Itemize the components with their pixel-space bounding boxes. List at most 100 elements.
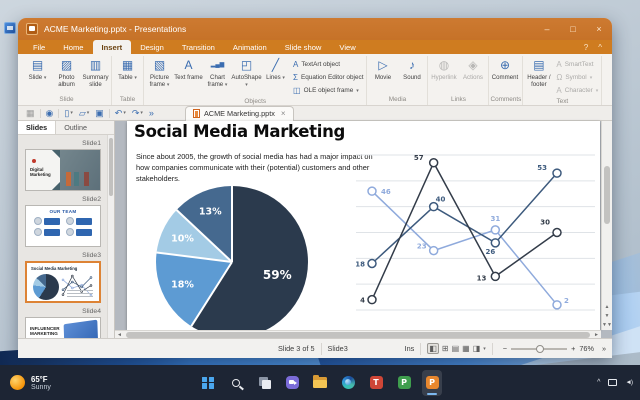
slide-canvas[interactable]: Social Media Marketing Since about 2005,…	[127, 121, 600, 330]
redo-icon[interactable]: ↷ ▾	[132, 108, 143, 119]
character-button[interactable]: A Character ▾	[556, 85, 598, 96]
pie-slice-divider	[190, 261, 233, 327]
panel-scrollbar[interactable]	[107, 135, 114, 338]
menu-tab-transition[interactable]: Transition	[173, 40, 224, 54]
taskbar-planmaker-icon[interactable]: P	[394, 370, 414, 396]
taskbar-file-explorer-icon[interactable]	[310, 370, 330, 396]
speaker-icon[interactable]: ◄)	[625, 379, 633, 386]
zoom-slider-knob[interactable]	[536, 344, 545, 353]
tray-chevron-icon[interactable]: ^	[597, 379, 600, 386]
taskbar-task-view-icon[interactable]	[254, 370, 274, 396]
autoshape-button[interactable]: ◰ AutoShape ▾	[231, 56, 261, 96]
titlebar[interactable]: ACME Marketing.pptx - Presentations – □ …	[18, 18, 612, 40]
menu-tab-animation[interactable]: Animation	[224, 40, 276, 54]
slide-button[interactable]: ▤ Slide ▾	[23, 56, 52, 94]
text-frame-button[interactable]: A Text frame	[174, 56, 203, 96]
comment-button[interactable]: ⊕ Comment	[490, 56, 519, 94]
menu-tab-view[interactable]: View	[330, 40, 364, 54]
notes-view-icon[interactable]: ▤	[452, 344, 460, 353]
slide-thumbnail-3[interactable]: Social Media Marketing	[25, 261, 101, 303]
zoom-in-button[interactable]: +	[571, 344, 575, 353]
slideshow-view-icon[interactable]: ◨	[473, 344, 481, 353]
handout-view-icon[interactable]: ▦	[462, 344, 470, 353]
vertical-scrollbar[interactable]: ▲ ▼ ▼▼	[601, 121, 612, 330]
panel-tab-slides[interactable]: Slides	[18, 121, 57, 134]
taskbar-chat-icon[interactable]	[282, 370, 302, 396]
touch-mode-icon[interactable]: ◉	[46, 108, 54, 119]
minimize-button[interactable]: –	[534, 18, 560, 40]
save-icon[interactable]: ▣	[95, 108, 104, 119]
data-point-marker	[367, 258, 377, 269]
ribbon-group-links: ◍ Hyperlink ◈ Actions Links	[428, 56, 490, 105]
slide-sorter-view-icon[interactable]: ⊞	[442, 344, 449, 353]
desktop-shortcut-icon[interactable]	[4, 22, 16, 34]
avatar	[34, 217, 42, 225]
data-point-marker	[61, 288, 65, 291]
equation-icon: Σ	[293, 73, 298, 82]
lines-button[interactable]: ╱ Lines ▾	[261, 56, 290, 96]
textart-object-button[interactable]: A TextArt object	[293, 59, 363, 70]
help-button[interactable]: ?	[584, 43, 588, 52]
panel-tab-outline[interactable]: Outline	[56, 121, 95, 134]
slide-body-text[interactable]: Since about 2005, the growth of social m…	[136, 151, 388, 184]
menu-tab-file[interactable]: File	[24, 40, 54, 54]
hyperlink-button[interactable]: ◍ Hyperlink	[429, 56, 458, 94]
weather-widget[interactable]: 65°F Sunny	[10, 375, 51, 391]
zoom-slider[interactable]	[511, 344, 568, 353]
zoom-out-button[interactable]: −	[503, 344, 507, 353]
undo-icon[interactable]: ↶ ▾	[115, 108, 126, 119]
movie-button[interactable]: ▷ Movie	[368, 56, 397, 94]
close-button[interactable]: ×	[586, 18, 612, 40]
equation-editor-object-button[interactable]: Σ Equation Editor object	[293, 72, 363, 83]
chevron-down-icon: ▾	[356, 87, 359, 94]
zoom-level[interactable]: 76%	[579, 344, 594, 353]
pie-chart[interactable]: 59% 18% 10% 13%	[156, 186, 308, 330]
table-button[interactable]: ▦ Table ▾	[113, 56, 142, 94]
menu-tab-slide-show[interactable]: Slide show	[276, 40, 331, 54]
slide-thumbnail-1[interactable]: Digital Marketing	[25, 149, 101, 191]
ribbon-group-comments: ⊕ Comment Comments	[489, 56, 524, 105]
normal-view-icon[interactable]: ◧	[427, 343, 439, 354]
horizontal-scrollbar[interactable]: ◄ ►	[115, 330, 601, 338]
ole-object-frame-button[interactable]: ◫ OLE object frame ▾	[293, 85, 363, 96]
slide-thumbnail-4[interactable]: INFLUENCER MARKETING	[25, 317, 101, 338]
vertical-scrollbar-thumb[interactable]	[604, 166, 610, 224]
overflow-icon[interactable]: »	[149, 108, 154, 118]
menu-tab-home[interactable]: Home	[54, 40, 92, 54]
chevron-down-icon: ▾	[245, 82, 248, 88]
taskbar-presentations-icon[interactable]: P	[422, 369, 442, 396]
smarttext-button[interactable]: A SmartText	[556, 59, 598, 70]
insert-mode-status[interactable]: Ins	[405, 344, 415, 353]
close-document-icon[interactable]: ×	[281, 109, 286, 118]
taskbar-search-icon[interactable]	[226, 370, 246, 396]
horizontal-scrollbar-thumb[interactable]	[126, 331, 590, 338]
taskbar-start-icon[interactable]	[198, 370, 218, 396]
maximize-button[interactable]: □	[560, 18, 586, 40]
photo-album-button[interactable]: ▨ Photo album	[52, 56, 81, 94]
pie-slice-label: 18%	[171, 279, 194, 291]
chevron-down-icon[interactable]: ▾	[483, 346, 486, 352]
menu-tab-insert[interactable]: Insert	[92, 40, 132, 54]
taskbar-edge-icon[interactable]	[338, 370, 358, 396]
ribbon-group-label: Comments	[490, 96, 522, 103]
summary-slide-button[interactable]: ▥ Summary slide	[81, 56, 110, 94]
autoshape-icon: ◰	[240, 58, 253, 72]
new-document-icon[interactable]: ▯ ▾	[64, 108, 72, 119]
status-overflow-button[interactable]: »	[602, 344, 606, 353]
collapse-ribbon-button[interactable]: ^	[598, 43, 602, 52]
picture-frame-button[interactable]: ▧ Picture frame ▾	[145, 56, 174, 96]
document-tab[interactable]: ACME Marketing.pptx ×	[184, 105, 294, 121]
sound-button[interactable]: ♪ Sound	[397, 56, 426, 94]
taskbar-textmaker-icon[interactable]: T	[366, 370, 386, 396]
chart-frame-button[interactable]: ▂▄▆ Chart frame ▾	[203, 56, 232, 96]
slide-thumbnail-2[interactable]: OUR TEAM	[25, 205, 101, 247]
actions-button[interactable]: ◈ Actions	[458, 56, 487, 94]
panel-toggle-icon[interactable]: ▦	[26, 108, 35, 119]
display-icon[interactable]	[608, 379, 618, 386]
symbol-button[interactable]: Ω Symbol ▾	[556, 72, 598, 83]
header-footer-button[interactable]: ▤ Header / footer	[524, 56, 553, 96]
line-chart[interactable]: 46 23 31 2 18 40 26 53 4 57 13 30	[353, 140, 598, 330]
slide-title[interactable]: Social Media Marketing	[134, 122, 345, 141]
open-file-icon[interactable]: ▱ ▾	[79, 108, 89, 119]
menu-tab-design[interactable]: Design	[131, 40, 173, 54]
